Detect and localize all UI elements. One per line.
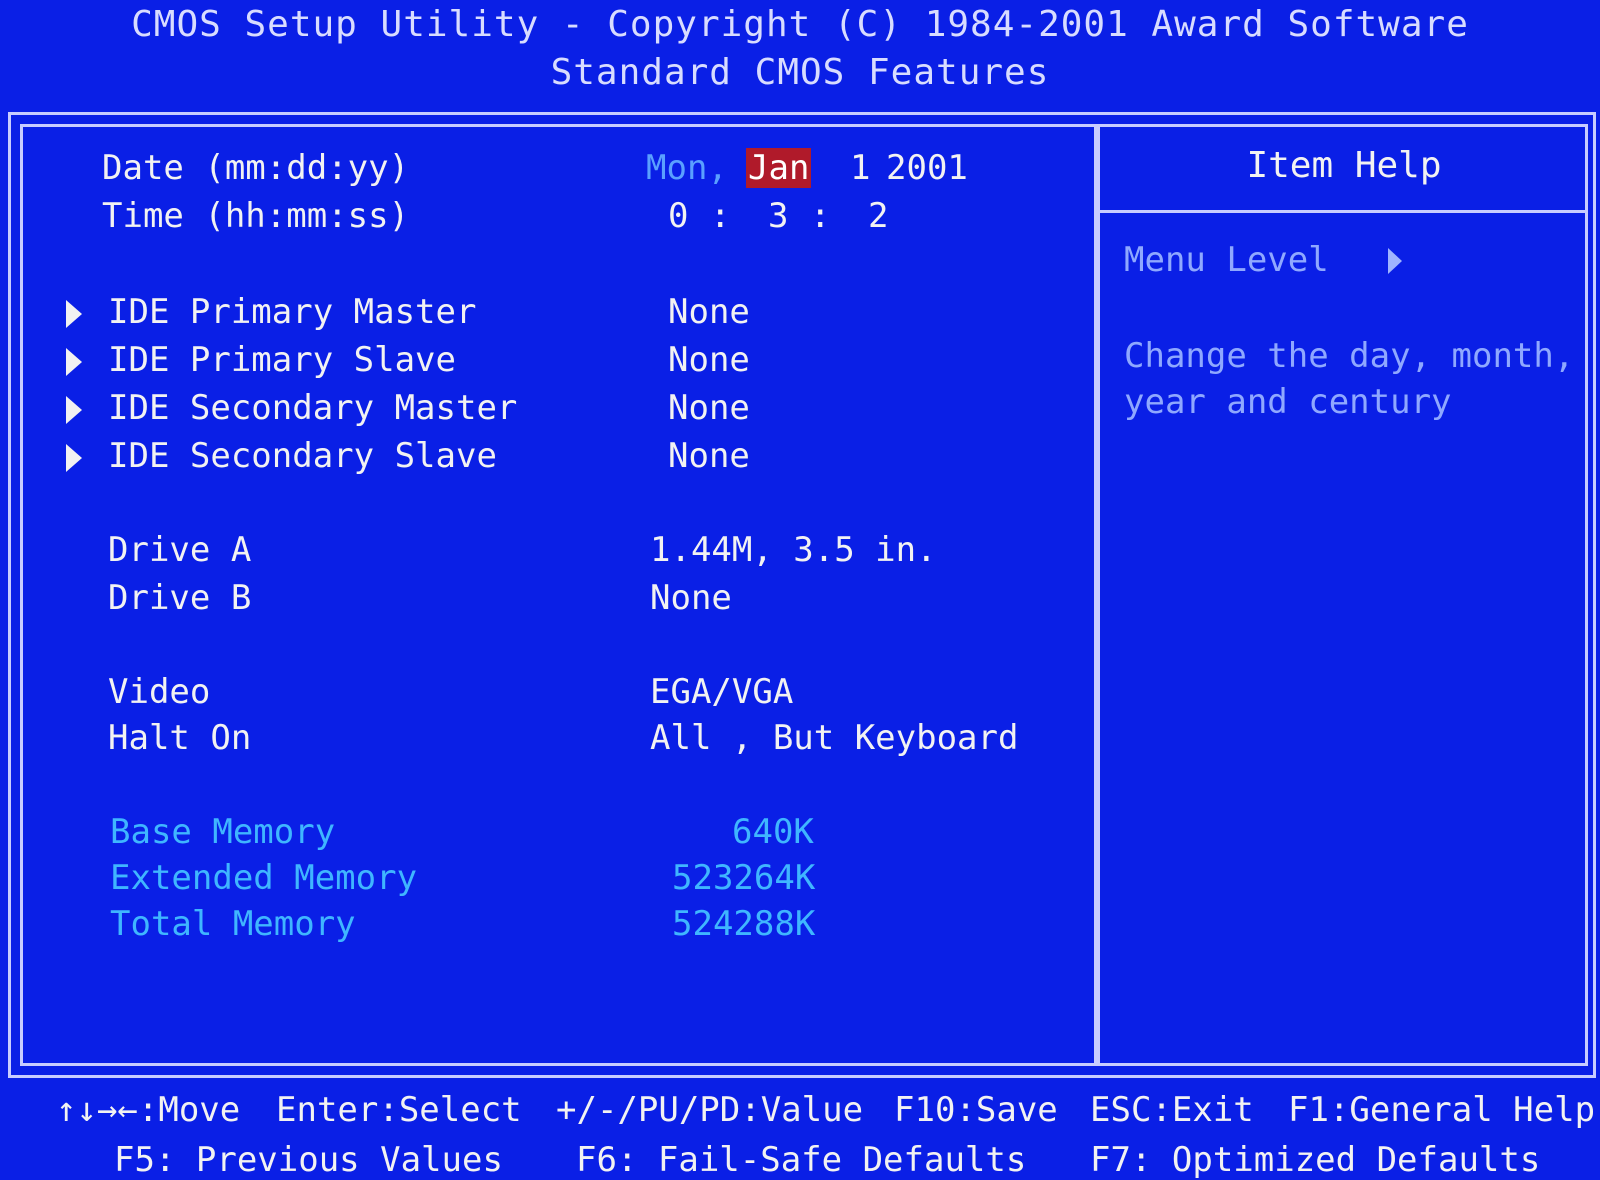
time-second-field[interactable]: 2 xyxy=(868,196,888,236)
item-help-title: Item Help xyxy=(1246,145,1442,186)
triangle-right-icon xyxy=(66,300,82,328)
footer-optimized-hint: F7: Optimized Defaults xyxy=(1090,1140,1541,1180)
time-separator: : xyxy=(810,196,831,236)
triangle-right-icon xyxy=(66,396,82,424)
triangle-right-icon xyxy=(66,444,82,472)
date-day-field[interactable]: 1 xyxy=(850,148,870,188)
date-weekday: Mon, xyxy=(646,148,728,188)
footer-value-hint: +/-/PU/PD:Value xyxy=(556,1090,864,1130)
help-text-line-2: year and century xyxy=(1124,382,1452,422)
footer-failsafe-hint: F6: Fail-Safe Defaults xyxy=(576,1140,1027,1180)
date-label: Date (mm:dd:yy) xyxy=(102,148,410,188)
footer-exit-hint: ESC:Exit xyxy=(1090,1090,1254,1130)
time-minute-field[interactable]: 3 xyxy=(768,196,788,236)
drive-b-label: Drive B xyxy=(108,578,252,618)
footer-move-hint: ↑↓→←:Move xyxy=(56,1090,241,1130)
utility-title: CMOS Setup Utility - Copyright (C) 1984-… xyxy=(131,4,1469,45)
help-text-line-1: Change the day, month, xyxy=(1124,336,1575,376)
ide-primary-master-value: None xyxy=(668,292,750,332)
triangle-right-icon xyxy=(66,348,82,376)
ide-secondary-slave-item[interactable]: IDE Secondary Slave xyxy=(108,436,497,476)
time-separator: : xyxy=(710,196,731,236)
extended-memory-value: 523264K xyxy=(672,858,816,898)
triangle-right-icon xyxy=(1388,248,1402,274)
drive-a-value[interactable]: 1.44M, 3.5 in. xyxy=(650,530,937,570)
footer-previous-values-hint: F5: Previous Values xyxy=(114,1140,503,1180)
base-memory-value: 640K xyxy=(732,812,814,852)
date-month-field[interactable]: Jan xyxy=(746,148,812,188)
drive-b-value[interactable]: None xyxy=(650,578,732,618)
video-value[interactable]: EGA/VGA xyxy=(650,672,793,712)
base-memory-label: Base Memory xyxy=(110,812,336,852)
footer-help-hint: F1:General Help xyxy=(1288,1090,1596,1130)
ide-secondary-slave-value: None xyxy=(668,436,750,476)
panel-divider xyxy=(1094,124,1100,1066)
footer-select-hint: Enter:Select xyxy=(276,1090,522,1130)
time-label: Time (hh:mm:ss) xyxy=(102,196,410,236)
help-divider xyxy=(1100,210,1588,213)
video-label: Video xyxy=(108,672,211,712)
ide-primary-master-item[interactable]: IDE Primary Master xyxy=(108,292,476,332)
halt-on-label: Halt On xyxy=(108,718,252,758)
date-year-field[interactable]: 2001 xyxy=(886,148,968,188)
ide-secondary-master-value: None xyxy=(668,388,750,428)
ide-primary-slave-value: None xyxy=(668,340,750,380)
time-hour-field[interactable]: 0 xyxy=(668,196,688,236)
menu-level-label: Menu Level xyxy=(1124,240,1329,280)
total-memory-label: Total Memory xyxy=(110,904,356,944)
ide-secondary-master-item[interactable]: IDE Secondary Master xyxy=(108,388,517,428)
total-memory-value: 524288K xyxy=(672,904,816,944)
drive-a-label: Drive A xyxy=(108,530,252,570)
extended-memory-label: Extended Memory xyxy=(110,858,418,898)
page-title: Standard CMOS Features xyxy=(550,52,1050,93)
halt-on-value[interactable]: All , But Keyboard xyxy=(650,718,1018,758)
footer-save-hint: F10:Save xyxy=(894,1090,1058,1130)
ide-primary-slave-item[interactable]: IDE Primary Slave xyxy=(108,340,456,380)
